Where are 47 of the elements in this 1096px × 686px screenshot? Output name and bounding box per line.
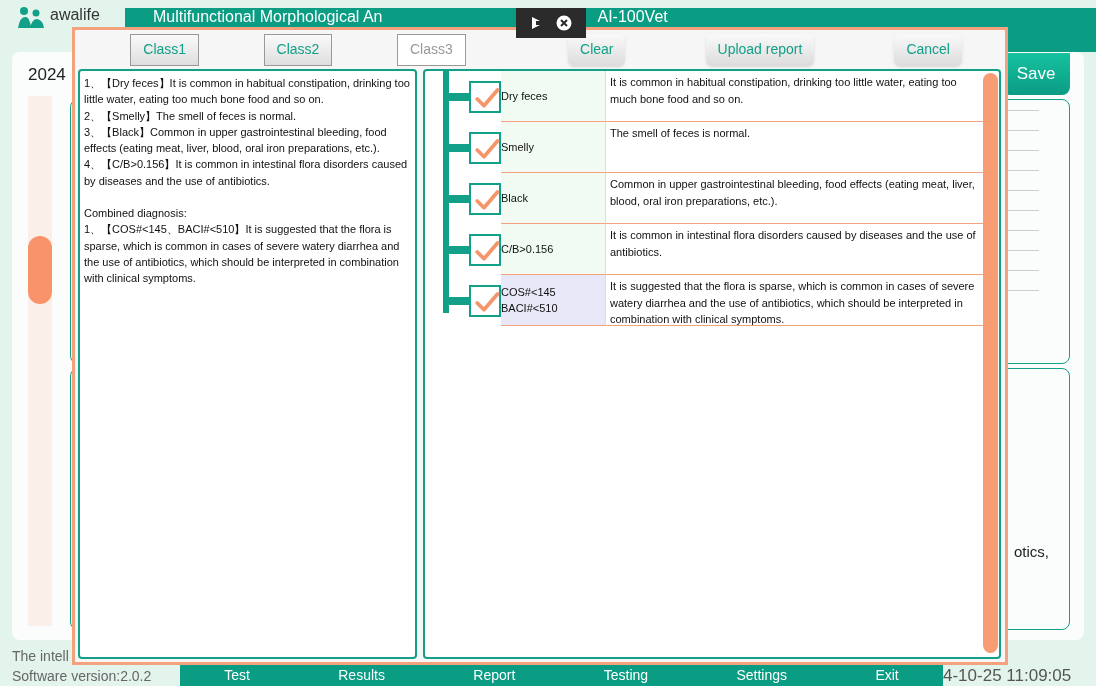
summary-paragraph: 1、【Dry feces】It is common in habitual constipation, drinking too little water, eating too much bone food and so on.	[84, 76, 411, 108]
checkbox[interactable]	[469, 182, 501, 215]
nav-tab[interactable]: Settings	[736, 664, 788, 686]
class-tab[interactable]: Class2	[263, 33, 333, 66]
summary-paragraph: 1、【COS#<145、BACI#<510】It is suggested that the flora is sparse, which is common in cases of severe watery diarrhea and the use of antibiotics, which should be interpreted in combination with clinical symptoms.	[84, 222, 401, 287]
action-button[interactable]: Cancel	[894, 33, 962, 66]
checkbox[interactable]	[469, 131, 501, 164]
scroll-thumb	[28, 235, 52, 304]
brand-name: awalife	[50, 6, 100, 24]
check-icon	[472, 290, 502, 315]
scroll-bar[interactable]	[983, 73, 998, 653]
finding-description: It is common in habitual constipation, drinking too little water, eating too much bone food and so on.	[605, 71, 983, 122]
checkbox[interactable]	[469, 233, 501, 266]
checkbox[interactable]	[469, 80, 501, 113]
checkbox[interactable]	[469, 284, 501, 317]
check-icon	[472, 86, 502, 111]
nav-tab[interactable]: Results	[338, 664, 385, 686]
close-icon[interactable]	[556, 15, 572, 31]
action-button[interactable]: Clear	[568, 33, 626, 66]
family-logo-icon	[16, 6, 46, 28]
check-icon	[472, 137, 502, 162]
datetime: 4-10-25 11:09:05	[943, 666, 1073, 686]
cursor-flag-icon[interactable]	[530, 15, 546, 31]
year-label: 2024	[28, 64, 66, 86]
nav-tab[interactable]: Test	[224, 664, 250, 686]
app-title: Multifunctional Morphological An	[153, 8, 383, 26]
check-icon	[472, 188, 502, 213]
app-title: AI-100Vet	[597, 8, 668, 26]
finding-label: Black	[501, 173, 605, 224]
summary-heading: Combined diagnosis:	[84, 206, 188, 222]
action-button[interactable]: Upload report	[705, 33, 815, 66]
summary-paragraph: 2、【Smelly】The smell of feces is normal.	[84, 108, 298, 124]
class-tab[interactable]: Class3	[396, 33, 466, 66]
footer-text: The intell	[12, 647, 70, 666]
check-icon	[472, 239, 502, 264]
nav-tab[interactable]: Report	[473, 664, 516, 686]
class-tab[interactable]: Class1	[130, 33, 200, 66]
footer-text: Software version:2.0.2	[12, 667, 153, 686]
finding-label: C/B>0.156	[501, 224, 605, 275]
report-text: otics,	[1014, 542, 1049, 562]
summary-paragraph: 4、【C/B>0.156】It is common in intestinal flora disorders caused by diseases and the use of antibiotics.	[84, 157, 409, 189]
nav-tab[interactable]: Exit	[875, 664, 899, 686]
finding-label: Smelly	[501, 122, 605, 173]
summary-paragraph: 3、【Black】Common in upper gastrointestinal bleeding, food effects (eating meat, liver, blood, oral iron preparations, etc.).	[84, 124, 388, 157]
nav-tab[interactable]: Testing	[603, 664, 649, 686]
finding-label: COS#<145 BACI#<510	[501, 275, 605, 326]
finding-label: Dry feces	[501, 71, 605, 122]
